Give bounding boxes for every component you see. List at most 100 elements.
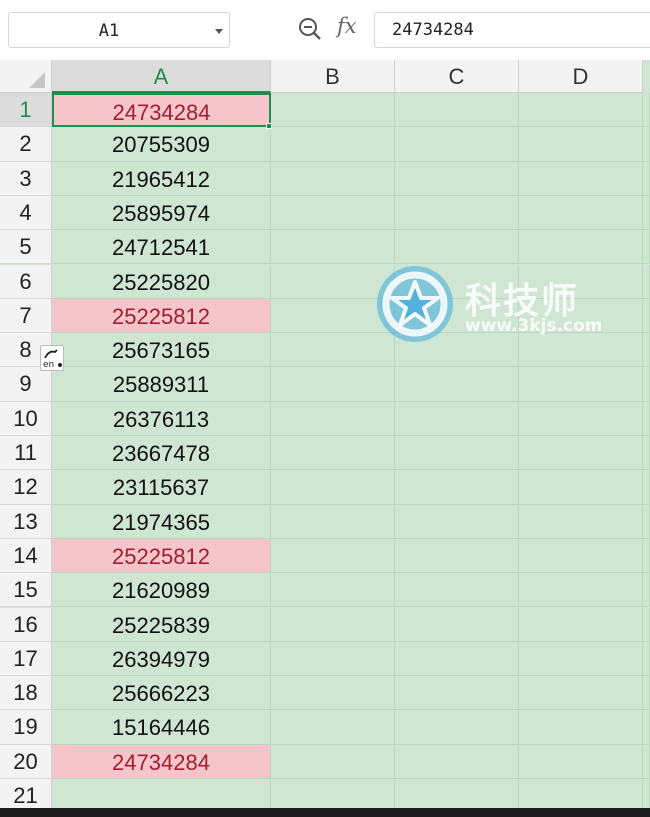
cell-d1[interactable]: [519, 93, 643, 128]
cell-c5[interactable]: [395, 230, 519, 265]
column-header-c[interactable]: C: [395, 60, 519, 93]
row-header[interactable]: 18: [0, 676, 52, 711]
cell-overflow[interactable]: [643, 127, 650, 162]
cell-c13[interactable]: [395, 504, 519, 539]
cell-overflow[interactable]: [643, 195, 650, 231]
row-header[interactable]: 6: [0, 264, 52, 299]
row-header[interactable]: 14: [0, 538, 52, 574]
row-header[interactable]: 17: [0, 641, 52, 677]
cell-b15[interactable]: [271, 573, 395, 608]
row-header[interactable]: 12: [0, 470, 52, 505]
row-header[interactable]: 13: [0, 504, 52, 539]
row-header[interactable]: 20: [0, 744, 52, 779]
cell-a19[interactable]: 15164446: [52, 710, 271, 745]
cell-overflow[interactable]: [643, 470, 650, 505]
cell-b1[interactable]: [271, 93, 395, 128]
cell-d11[interactable]: [519, 436, 643, 471]
cell-c9[interactable]: [395, 367, 519, 402]
cell-a20[interactable]: 24734284: [52, 744, 271, 779]
cell-a12[interactable]: 23115637: [52, 470, 271, 505]
cell-a8[interactable]: 25673165: [52, 333, 271, 368]
cell-b20[interactable]: [271, 744, 395, 779]
fill-handle[interactable]: [266, 123, 272, 130]
cell-a16[interactable]: 25225839: [52, 607, 271, 642]
row-header[interactable]: 16: [0, 607, 52, 642]
cell-c3[interactable]: [395, 161, 519, 196]
cell-b13[interactable]: [271, 504, 395, 539]
cell-a18[interactable]: 25666223: [52, 676, 271, 711]
row-header[interactable]: 5: [0, 230, 52, 265]
cell-b11[interactable]: [271, 436, 395, 471]
cell-c12[interactable]: [395, 470, 519, 505]
cell-b14[interactable]: [271, 538, 395, 574]
cell-overflow[interactable]: [643, 161, 650, 196]
cell-d14[interactable]: [519, 538, 643, 574]
cell-b21[interactable]: [271, 779, 395, 808]
cell-d9[interactable]: [519, 367, 643, 402]
cell-overflow[interactable]: [643, 230, 650, 265]
cell-a14[interactable]: 25225812: [52, 538, 271, 574]
row-header[interactable]: 21: [0, 779, 52, 808]
cell-c4[interactable]: [395, 195, 519, 231]
cell-a3[interactable]: 21965412: [52, 161, 271, 196]
spreadsheet-grid[interactable]: A B C D 1 24734284 2 20755309 3 21965412 4 25895974…: [0, 60, 650, 808]
row-header[interactable]: 1: [0, 93, 52, 128]
cell-a6[interactable]: 25225820: [52, 264, 271, 299]
cell-b10[interactable]: [271, 401, 395, 436]
cell-d13[interactable]: [519, 504, 643, 539]
cell-d17[interactable]: [519, 641, 643, 677]
cell-overflow[interactable]: [643, 744, 650, 779]
cell-a13[interactable]: 21974365: [52, 504, 271, 539]
cell-c10[interactable]: [395, 401, 519, 436]
cell-b16[interactable]: [271, 607, 395, 642]
cell-d20[interactable]: [519, 744, 643, 779]
cell-overflow[interactable]: [643, 298, 650, 334]
cell-c20[interactable]: [395, 744, 519, 779]
cell-a5[interactable]: 24712541: [52, 230, 271, 265]
cell-overflow[interactable]: [643, 333, 650, 368]
select-all-corner[interactable]: [0, 60, 52, 93]
row-header[interactable]: 2: [0, 127, 52, 162]
cell-overflow[interactable]: [643, 436, 650, 471]
formula-input[interactable]: 24734284: [374, 12, 650, 48]
cell-a21[interactable]: [52, 779, 271, 808]
cell-b2[interactable]: [271, 127, 395, 162]
cell-overflow[interactable]: [643, 538, 650, 574]
cell-overflow[interactable]: [643, 676, 650, 711]
name-box[interactable]: A1: [8, 12, 230, 48]
cell-d3[interactable]: [519, 161, 643, 196]
cell-d5[interactable]: [519, 230, 643, 265]
cell-a11[interactable]: 23667478: [52, 436, 271, 471]
cell-b12[interactable]: [271, 470, 395, 505]
cell-a9[interactable]: 25889311: [52, 367, 271, 402]
row-header[interactable]: 15: [0, 573, 52, 608]
cell-b4[interactable]: [271, 195, 395, 231]
cell-c16[interactable]: [395, 607, 519, 642]
cell-d2[interactable]: [519, 127, 643, 162]
cell-overflow[interactable]: [643, 779, 650, 808]
zoom-out-icon[interactable]: [297, 16, 323, 42]
row-header[interactable]: 3: [0, 161, 52, 196]
cell-a4[interactable]: 25895974: [52, 195, 271, 231]
cell-overflow[interactable]: [643, 607, 650, 642]
cell-c15[interactable]: [395, 573, 519, 608]
cell-d10[interactable]: [519, 401, 643, 436]
cell-a2[interactable]: 20755309: [52, 127, 271, 162]
cell-overflow[interactable]: [643, 504, 650, 539]
row-header[interactable]: 19: [0, 710, 52, 745]
cell-overflow[interactable]: [643, 401, 650, 436]
cell-overflow[interactable]: [643, 367, 650, 402]
cell-d21[interactable]: [519, 779, 643, 808]
row-header[interactable]: 9: [0, 367, 52, 402]
row-header[interactable]: 7: [0, 298, 52, 334]
cell-overflow[interactable]: [643, 573, 650, 608]
cell-b18[interactable]: [271, 676, 395, 711]
cell-overflow[interactable]: [643, 641, 650, 677]
cell-d19[interactable]: [519, 710, 643, 745]
cell-c1[interactable]: [395, 93, 519, 128]
cell-d15[interactable]: [519, 573, 643, 608]
cell-d18[interactable]: [519, 676, 643, 711]
fx-icon[interactable]: fx: [337, 14, 357, 38]
cell-a7[interactable]: 25225812: [52, 298, 271, 334]
cell-c21[interactable]: [395, 779, 519, 808]
